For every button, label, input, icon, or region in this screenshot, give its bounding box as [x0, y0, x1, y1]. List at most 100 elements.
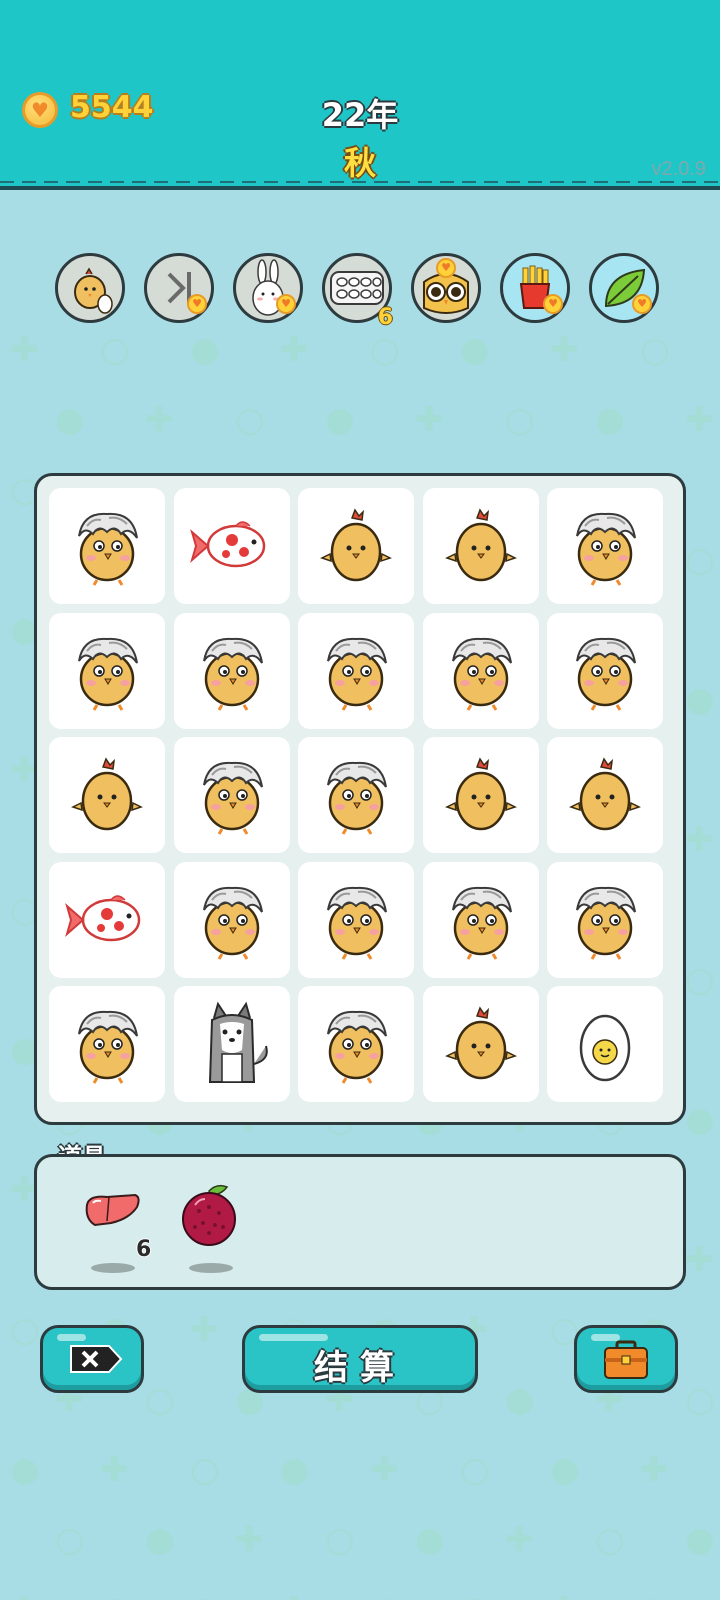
year-label: 22年	[321, 96, 399, 134]
perk-chick-egg[interactable]	[55, 253, 125, 323]
board-tile[interactable]	[49, 612, 165, 729]
board-tile[interactable]	[298, 737, 414, 853]
background-glyph: ○	[10, 1310, 40, 1350]
background-glyph: ✚	[685, 400, 714, 440]
board-tile[interactable]	[49, 737, 165, 853]
item-bayberry[interactable]	[175, 1183, 245, 1273]
board-tile[interactable]	[422, 737, 539, 853]
bayberry-icon	[182, 1184, 236, 1246]
board-tile[interactable]	[547, 737, 663, 853]
background-glyph: ○	[190, 1450, 220, 1490]
chick-egg-icon	[74, 267, 113, 314]
perk-count: 6	[377, 305, 393, 330]
background-glyph: ●	[10, 1450, 40, 1490]
board-tile[interactable]	[173, 612, 290, 729]
perk-egg-carton[interactable]: 6	[322, 253, 393, 330]
rooster-icon	[327, 637, 387, 711]
board-tile[interactable]	[173, 737, 290, 853]
chick-icon	[71, 757, 143, 831]
background-glyph: ○	[325, 1520, 355, 1560]
perk-owl[interactable]: ♥	[411, 253, 481, 323]
rooster-icon	[327, 761, 387, 835]
rooster-icon	[202, 886, 263, 960]
heart-icon: ♥	[543, 294, 563, 314]
background-glyph: ●	[685, 1520, 715, 1560]
board-tile[interactable]	[173, 488, 290, 604]
perk-leaf[interactable]: ♥	[589, 253, 659, 323]
rooster-icon	[327, 886, 387, 960]
board-tile[interactable]	[298, 861, 414, 978]
board-tile[interactable]	[422, 488, 539, 604]
background-glyph: ○	[100, 1590, 130, 1600]
rooster-icon	[576, 637, 636, 711]
background-glyph: ●	[145, 1520, 175, 1560]
close-icon	[70, 1345, 123, 1373]
background-glyph: ✚	[685, 1240, 714, 1280]
background-glyph: ●	[190, 1590, 220, 1600]
board-tile[interactable]	[298, 986, 414, 1102]
background-glyph: ✚	[685, 820, 714, 860]
board-tile[interactable]	[422, 986, 539, 1102]
background-glyph: ✚	[370, 1450, 399, 1490]
board-tile[interactable]	[49, 861, 165, 978]
perk-skip[interactable]: ♥	[144, 253, 214, 323]
rooster-icon	[451, 637, 512, 711]
background-glyph: ✚	[505, 1520, 534, 1560]
board-tile[interactable]	[547, 986, 663, 1102]
settle-label: 结算	[314, 1348, 406, 1388]
background-glyph: ○	[370, 330, 400, 370]
board-tile[interactable]	[298, 612, 414, 729]
board-tile[interactable]	[422, 861, 539, 978]
board-tile[interactable]	[547, 488, 663, 604]
rooster-icon	[202, 637, 263, 711]
perk-fries[interactable]: ♥	[500, 253, 570, 323]
background-glyph: ✚	[280, 330, 309, 370]
board-tile[interactable]	[298, 488, 414, 604]
background-glyph: ●	[460, 330, 490, 370]
fish-icon	[189, 521, 265, 568]
liver-icon	[85, 1193, 140, 1227]
item-shadow	[189, 1263, 233, 1273]
background-glyph: ✚	[10, 1590, 39, 1600]
background-glyph: ✚	[415, 400, 444, 440]
background-glyph: ○	[370, 1590, 400, 1600]
background-glyph: ○	[460, 1450, 490, 1490]
chick-icon	[569, 757, 641, 831]
chick-icon	[320, 508, 392, 582]
board-tile[interactable]	[422, 612, 539, 729]
rooster-icon	[327, 1010, 387, 1084]
background-glyph: ○	[685, 540, 715, 580]
board-tile[interactable]	[49, 986, 165, 1102]
board-tile[interactable]	[49, 488, 165, 604]
background-glyph: ●	[595, 400, 625, 440]
settle-button[interactable]: 结算	[242, 1325, 478, 1393]
board-tile[interactable]	[173, 861, 290, 978]
header-divider	[0, 186, 720, 190]
background-glyph: ○	[145, 1380, 175, 1420]
heart-icon: ♥	[187, 294, 207, 314]
board-tile[interactable]	[547, 861, 663, 978]
top-bar: 5544 22年 秋 v2.0.9	[0, 0, 720, 188]
game-board	[34, 473, 686, 1125]
rooster-icon	[78, 512, 138, 586]
heart-icon: ♥	[276, 294, 296, 314]
background-glyph: ✚	[10, 330, 39, 370]
header-dashes	[0, 181, 720, 183]
chick-icon	[444, 508, 517, 582]
board-tile[interactable]	[547, 612, 663, 729]
background-glyph: ●	[325, 400, 355, 440]
background-glyph: ●	[550, 1450, 580, 1490]
rooster-icon	[576, 512, 636, 586]
season-label: 秋	[343, 144, 376, 182]
background-glyph: ○	[640, 1590, 670, 1600]
background-glyph: ○	[685, 1380, 715, 1420]
inventory-button[interactable]	[574, 1325, 678, 1393]
background-glyph: ●	[685, 680, 715, 720]
background-glyph: ○	[235, 400, 265, 440]
chick-icon	[444, 1006, 517, 1080]
board-tile[interactable]	[173, 986, 290, 1102]
perk-rabbit[interactable]: ♥	[233, 253, 303, 323]
close-button[interactable]	[40, 1325, 144, 1393]
background-glyph: ○	[505, 400, 535, 440]
background-glyph: ○	[100, 330, 130, 370]
